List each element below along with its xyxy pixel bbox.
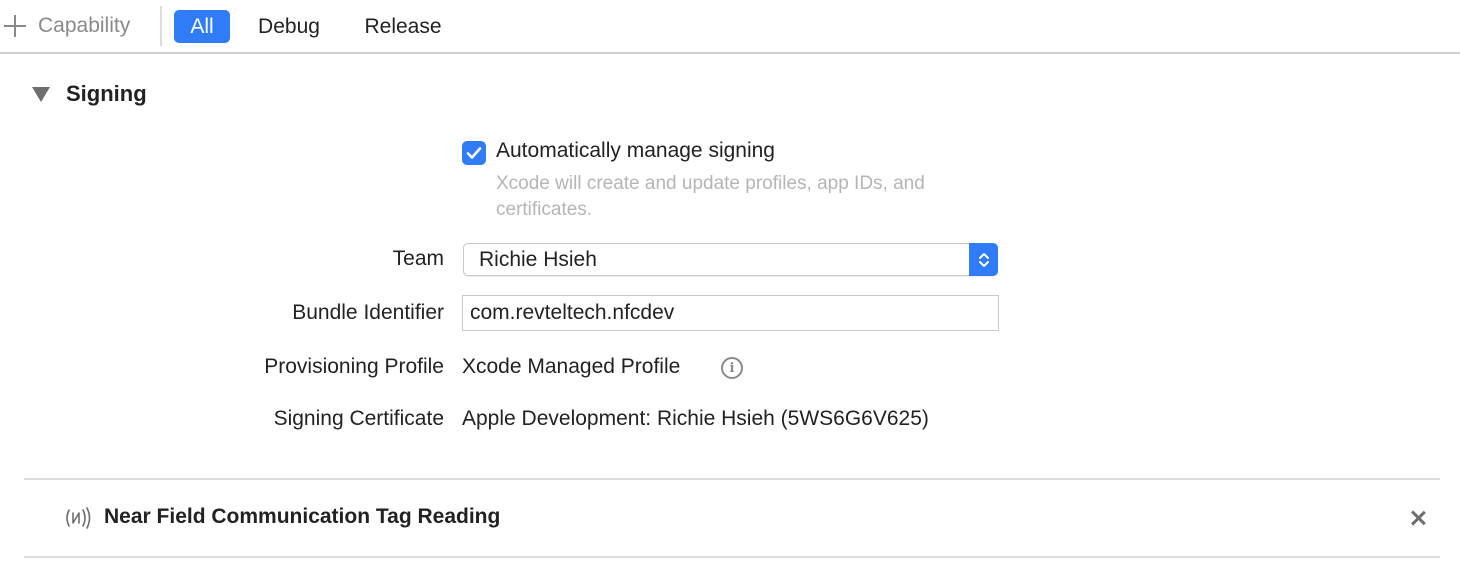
signing-certificate-label: Signing Certificate	[273, 407, 444, 430]
auto-manage-signing-hint: Xcode will create and update profiles, a…	[496, 173, 925, 220]
disclosure-triangle-icon[interactable]	[32, 86, 50, 102]
auto-manage-signing-checkbox[interactable]	[462, 141, 486, 165]
capability-row-nfc: Near Field Communication Tag Reading	[24, 480, 1440, 556]
capability-title: Near Field Communication Tag Reading	[104, 505, 501, 528]
tab-all[interactable]: All	[174, 10, 230, 43]
provisioning-profile-label: Provisioning Profile	[264, 355, 444, 378]
add-capability-label: Capability	[38, 14, 131, 37]
provisioning-profile-value: Xcode Managed Profile	[462, 355, 681, 378]
checkmark-icon	[466, 147, 482, 159]
bundle-identifier-field[interactable]	[462, 295, 999, 331]
signing-certificate-value: Apple Development: Richie Hsieh (5WS6G6V…	[462, 407, 929, 430]
team-value: Richie Hsieh	[479, 248, 597, 271]
team-popup-button[interactable]: Richie Hsieh	[463, 243, 998, 276]
close-icon[interactable]	[1410, 510, 1426, 526]
toolbar-divider	[160, 6, 162, 46]
add-capability-button[interactable]: Capability	[4, 11, 130, 41]
capabilities-toolbar: Capability All Debug Release	[0, 0, 1460, 54]
tab-release[interactable]: Release	[350, 10, 456, 43]
info-icon[interactable]: i	[721, 357, 743, 379]
team-label: Team	[392, 247, 444, 270]
plus-icon	[4, 15, 26, 37]
capability-separator	[24, 556, 1440, 558]
tab-debug[interactable]: Debug	[244, 10, 334, 43]
signing-section-header[interactable]: Signing	[32, 78, 147, 110]
nfc-icon	[66, 507, 91, 529]
auto-manage-signing-label[interactable]: Automatically manage signing	[496, 139, 775, 163]
section-title: Signing	[66, 81, 147, 106]
chevron-up-down-icon	[969, 243, 998, 276]
bundle-identifier-label: Bundle Identifier	[292, 301, 444, 324]
